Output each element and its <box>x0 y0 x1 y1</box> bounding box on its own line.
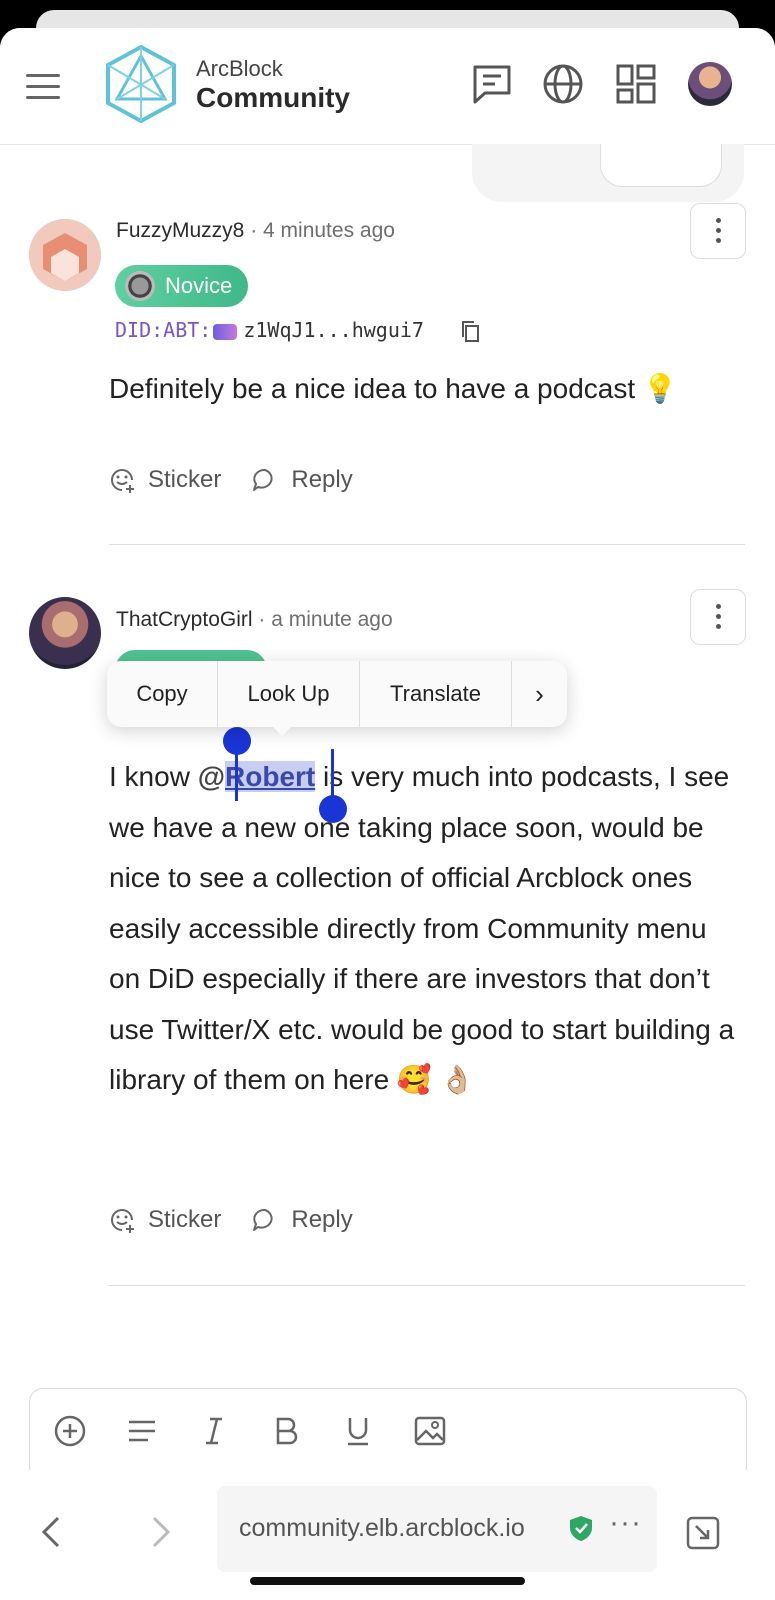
timestamp: · a minute ago <box>258 608 393 631</box>
bold-icon[interactable] <box>268 1413 304 1449</box>
italic-icon[interactable] <box>196 1413 232 1449</box>
reply-button[interactable]: Reply <box>251 1206 353 1234</box>
comment-actions: Sticker Reply <box>108 466 383 494</box>
reply-label: Reply <box>291 1206 353 1233</box>
header: ArcBlock Community <box>0 28 775 145</box>
forward-icon[interactable] <box>146 1514 174 1550</box>
look-up-menu-item[interactable]: Look Up <box>218 661 360 727</box>
reply-icon <box>253 468 273 491</box>
user-avatar[interactable] <box>688 62 732 106</box>
brand-top-text: ArcBlock <box>196 56 283 81</box>
image-icon[interactable] <box>412 1413 448 1449</box>
tabs-icon[interactable] <box>684 1514 722 1552</box>
text-selection-menu: Copy Look Up Translate › <box>107 661 567 727</box>
sticker-label: Sticker <box>148 1206 222 1233</box>
mention-link-selected[interactable]: Robert <box>225 761 316 792</box>
comment-author-line: ThatCryptoGirl · a minute ago <box>116 608 393 632</box>
comment-author-line: FuzzyMuzzy8 · 4 minutes ago <box>116 219 395 243</box>
sticker-button[interactable]: Sticker <box>108 1206 221 1234</box>
underline-icon[interactable] <box>340 1413 376 1449</box>
more-options-button[interactable] <box>690 589 746 645</box>
sticker-label: Sticker <box>148 466 222 493</box>
did-avatar-icon <box>213 323 238 340</box>
author-name[interactable]: FuzzyMuzzy8 <box>116 219 244 242</box>
arcblock-logo-icon[interactable] <box>104 44 178 124</box>
text-after-mention: is very much into podcasts, I see we hav… <box>109 761 735 1095</box>
secure-shield-icon <box>570 1516 592 1541</box>
divider <box>109 544 745 545</box>
comment-text: I know @Robert is very much into podcast… <box>109 752 744 1106</box>
reply-button[interactable]: Reply <box>251 466 353 494</box>
selection-end-bar <box>331 749 334 801</box>
brand-title: Community <box>196 82 350 113</box>
sticker-icon <box>111 469 134 493</box>
url-text: community.elb.arcblock.io <box>239 1514 525 1542</box>
divider <box>109 1285 745 1286</box>
copy-menu-item[interactable]: Copy <box>107 661 218 727</box>
reply-icon <box>253 1208 273 1231</box>
rank-badge: Novice <box>115 265 249 307</box>
globe-icon[interactable] <box>541 62 585 106</box>
more-menu-item[interactable]: › <box>512 661 567 727</box>
sticker-button[interactable]: Sticker <box>108 466 221 494</box>
text-before-mention: I know <box>109 761 198 792</box>
medal-icon <box>125 271 155 301</box>
chat-icon[interactable] <box>470 62 514 106</box>
comment-text: Definitely be a nice idea to have a podc… <box>109 373 678 404</box>
did-prefix: DID:ABT: <box>115 318 212 342</box>
back-icon[interactable] <box>38 1514 66 1550</box>
author-name[interactable]: ThatCryptoGirl <box>116 608 253 631</box>
avatar[interactable] <box>29 219 101 291</box>
selection-start-bar <box>235 749 238 801</box>
avatar[interactable] <box>29 597 101 669</box>
selection-start-handle[interactable] <box>223 727 251 755</box>
home-indicator[interactable] <box>250 1577 525 1585</box>
address-bar[interactable]: community.elb.arcblock.io ··· <box>217 1486 657 1572</box>
more-menu-button[interactable]: ··· <box>609 1506 642 1540</box>
previous-comment-actions <box>472 144 744 202</box>
comment-actions: Sticker Reply <box>108 1206 383 1234</box>
copy-icon[interactable] <box>460 320 480 342</box>
selection-end-handle[interactable] <box>319 795 347 823</box>
timestamp: · 4 minutes ago <box>250 219 395 242</box>
badge-label: Novice <box>165 273 233 298</box>
reply-label: Reply <box>291 466 353 493</box>
did-address: DID:ABT: z1WqJ1...hwgui7 <box>115 318 424 342</box>
menu-icon[interactable] <box>26 74 60 100</box>
align-icon[interactable] <box>124 1413 160 1449</box>
add-icon[interactable] <box>52 1413 88 1449</box>
sticker-icon <box>111 1209 134 1233</box>
mention-at-sign: @ <box>197 761 226 792</box>
did-value: z1WqJ1...hwgui7 <box>243 318 424 342</box>
more-options-button[interactable] <box>690 203 746 259</box>
apps-grid-icon[interactable] <box>614 62 658 106</box>
menu-pointer <box>270 724 294 736</box>
translate-menu-item[interactable]: Translate <box>360 661 512 727</box>
